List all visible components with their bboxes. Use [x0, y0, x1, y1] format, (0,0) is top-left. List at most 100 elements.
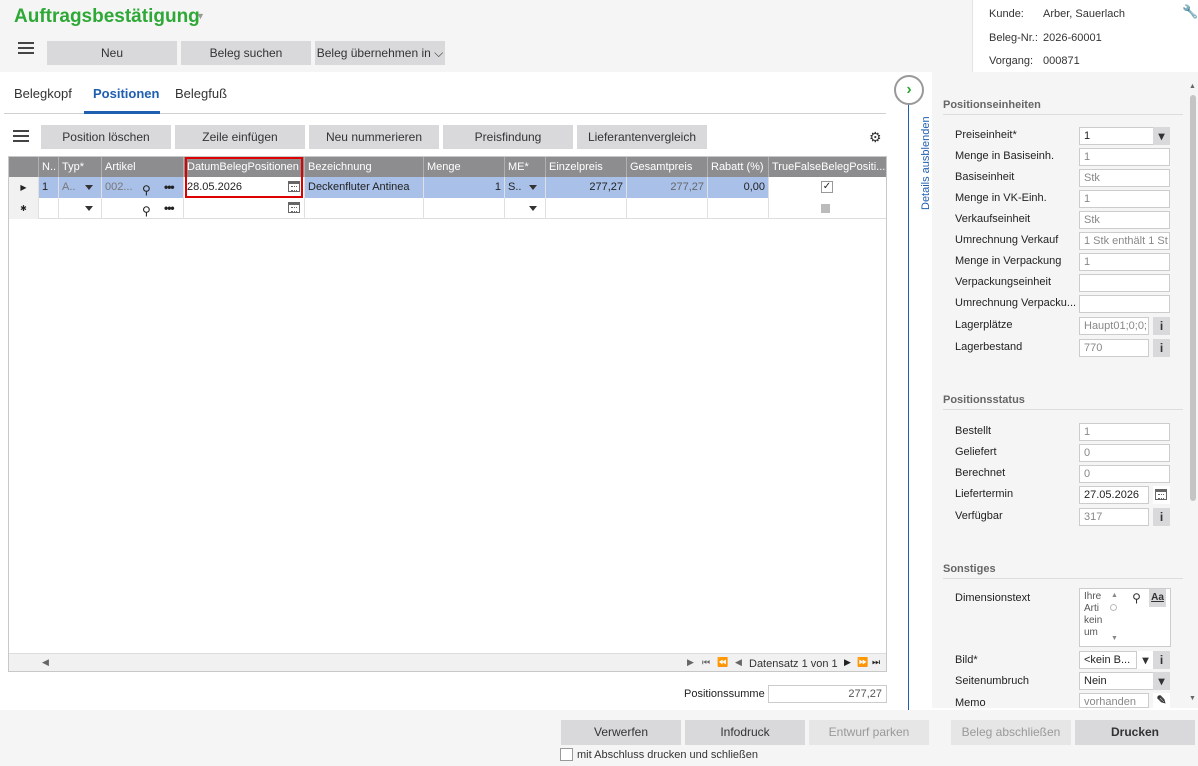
cell-typ[interactable]	[59, 198, 102, 219]
dropdown-arrow-icon[interactable]	[529, 206, 537, 211]
col-n[interactable]: N..	[39, 157, 59, 177]
search-icon[interactable]: ⚲	[1128, 589, 1145, 607]
lieferantenvergleich-button[interactable]: Lieferantenvergleich	[577, 125, 707, 149]
menge-basis-field[interactable]: 1	[1079, 148, 1170, 166]
beleg-suchen-button[interactable]: Beleg suchen	[181, 41, 311, 65]
dimensionstext-field[interactable]: Ihre Arti kein um ▲ ▼ ⚲ Aa	[1079, 588, 1171, 647]
font-format-icon[interactable]: Aa	[1149, 589, 1166, 607]
geliefert-field[interactable]: 0	[1079, 444, 1170, 462]
info-icon[interactable]: i	[1153, 339, 1170, 357]
cell-n[interactable]: 1	[39, 177, 59, 198]
cell-einzelpreis[interactable]	[546, 198, 627, 219]
chevron-right-icon[interactable]: ›	[894, 75, 924, 105]
dropdown-arrow-icon[interactable]	[85, 185, 93, 190]
lagerbestand-field[interactable]: 770	[1079, 339, 1149, 357]
chevron-down-icon[interactable]: ▼	[196, 11, 205, 21]
cell-truefalse[interactable]	[769, 198, 886, 219]
cell-menge[interactable]	[424, 198, 505, 219]
calendar-icon[interactable]	[288, 202, 300, 213]
menge-vk-field[interactable]: 1	[1079, 190, 1170, 208]
basiseinheit-field[interactable]: Stk	[1079, 169, 1170, 187]
details-toggle-label[interactable]: Details ausblenden	[920, 116, 932, 210]
first-record-icon[interactable]: ⏮	[702, 657, 710, 668]
position-loeschen-button[interactable]: Position löschen	[41, 125, 171, 149]
scroll-down-icon[interactable]: ▼	[1111, 635, 1118, 642]
tab-positionen[interactable]: Positionen	[93, 86, 159, 101]
beleg-uebernehmen-button[interactable]: Beleg übernehmen in ⌵	[315, 41, 445, 65]
search-icon[interactable]: ⚲	[142, 180, 151, 198]
col-me[interactable]: ME*	[505, 157, 546, 177]
preisfindung-button[interactable]: Preisfindung	[443, 125, 573, 149]
checkbox[interactable]: ✓	[821, 181, 833, 193]
memo-field[interactable]: vorhanden	[1079, 693, 1149, 708]
menge-verp-field[interactable]: 1	[1079, 253, 1170, 271]
infodruck-button[interactable]: Infodruck	[685, 720, 805, 745]
dropdown-arrow-icon[interactable]: ▾	[1153, 127, 1170, 145]
cell-artikel[interactable]: ⚲ •••	[102, 198, 184, 219]
col-truefalse[interactable]: TrueFalseBelegPositi...	[769, 157, 886, 177]
col-gesamtpreis[interactable]: Gesamtpreis	[627, 157, 708, 177]
cell-rabatt[interactable]	[708, 198, 769, 219]
grid-menu-icon[interactable]	[13, 130, 29, 145]
table-row[interactable]: ▶ 1 A.. 002... ⚲ ••• 28.05.2026 Deckenflut…	[9, 177, 886, 198]
gear-icon[interactable]: ⚙	[869, 129, 882, 146]
more-icon[interactable]: •••	[164, 177, 175, 198]
scroll-down-icon[interactable]: ▼	[1189, 695, 1196, 702]
cell-n[interactable]	[39, 198, 59, 219]
cell-bezeichnung[interactable]	[305, 198, 424, 219]
search-icon[interactable]: ⚲	[142, 201, 151, 219]
dropdown-arrow-icon[interactable]: ▾	[1153, 672, 1170, 690]
col-einzelpreis[interactable]: Einzelpreis	[546, 157, 627, 177]
scroll-left-icon[interactable]: ◀	[42, 657, 49, 668]
menu-icon[interactable]	[18, 42, 34, 57]
prev-page-icon[interactable]: ⏪	[717, 657, 728, 668]
info-icon[interactable]: i	[1153, 651, 1170, 669]
dropdown-arrow-icon[interactable]	[529, 185, 537, 190]
more-icon[interactable]: •••	[164, 198, 175, 219]
cell-rabatt[interactable]: 0,00	[708, 177, 769, 198]
abschluss-checkbox[interactable]	[560, 748, 573, 761]
pencil-icon[interactable]: ✎	[1153, 693, 1170, 708]
scroll-up-icon[interactable]: ▲	[1111, 592, 1118, 599]
drucken-button[interactable]: Drucken	[1075, 720, 1195, 745]
liefertermin-field[interactable]: 27.05.2026	[1079, 486, 1149, 504]
lagerplaetze-field[interactable]: Haupt01;0;0;	[1079, 317, 1149, 335]
last-record-icon[interactable]: ⏭	[872, 657, 880, 668]
verwerfen-button[interactable]: Verwerfen	[561, 720, 681, 745]
zeile-einfuegen-button[interactable]: Zeile einfügen	[175, 125, 305, 149]
umrechnung-vk-field[interactable]: 1 Stk enthält 1 St	[1079, 232, 1170, 250]
next-record-icon[interactable]: ▶	[844, 657, 851, 668]
col-rabatt[interactable]: Rabatt (%)	[708, 157, 769, 177]
info-icon[interactable]: i	[1153, 508, 1170, 526]
scroll-up-icon[interactable]: ▲	[1189, 83, 1196, 90]
checkbox-indeterminate[interactable]	[821, 204, 830, 213]
neu-button[interactable]: Neu	[47, 41, 177, 65]
cell-menge[interactable]: 1	[424, 177, 505, 198]
neu-nummerieren-button[interactable]: Neu nummerieren	[309, 125, 439, 149]
bild-select[interactable]: <kein B...	[1079, 651, 1137, 669]
cell-artikel[interactable]: 002... ⚲ •••	[102, 177, 184, 198]
cell-typ[interactable]: A..	[59, 177, 102, 198]
dropdown-arrow-icon[interactable]	[85, 206, 93, 211]
prev-record-icon[interactable]: ◀	[735, 657, 742, 668]
info-icon[interactable]: i	[1153, 317, 1170, 335]
umrechnung-verp-field[interactable]	[1079, 295, 1170, 313]
next-page-icon[interactable]: ⏩	[857, 657, 868, 668]
tab-belegfuss[interactable]: Belegfuß	[175, 86, 227, 101]
entwurf-parken-button[interactable]: Entwurf parken	[809, 720, 929, 745]
col-artikel[interactable]: Artikel	[102, 157, 184, 177]
cell-datum[interactable]	[184, 198, 305, 219]
cell-me[interactable]	[505, 198, 546, 219]
col-typ[interactable]: Typ*	[59, 157, 102, 177]
calendar-icon[interactable]	[1153, 486, 1170, 504]
col-menge[interactable]: Menge	[424, 157, 505, 177]
dropdown-arrow-icon[interactable]: ▾	[1137, 651, 1154, 669]
cell-truefalse[interactable]: ✓	[769, 177, 886, 198]
cell-bezeichnung[interactable]: Deckenfluter Antinea	[305, 177, 424, 198]
details-scrollbar[interactable]	[1190, 95, 1196, 501]
new-row[interactable]: ✱ ⚲ •••	[9, 198, 886, 219]
scroll-right-icon[interactable]: ▶	[687, 657, 694, 668]
tab-belegkopf[interactable]: Belegkopf	[14, 86, 72, 101]
verfuegbar-field[interactable]: 317	[1079, 508, 1149, 526]
wrench-icon[interactable]: 🔧	[1182, 4, 1198, 20]
